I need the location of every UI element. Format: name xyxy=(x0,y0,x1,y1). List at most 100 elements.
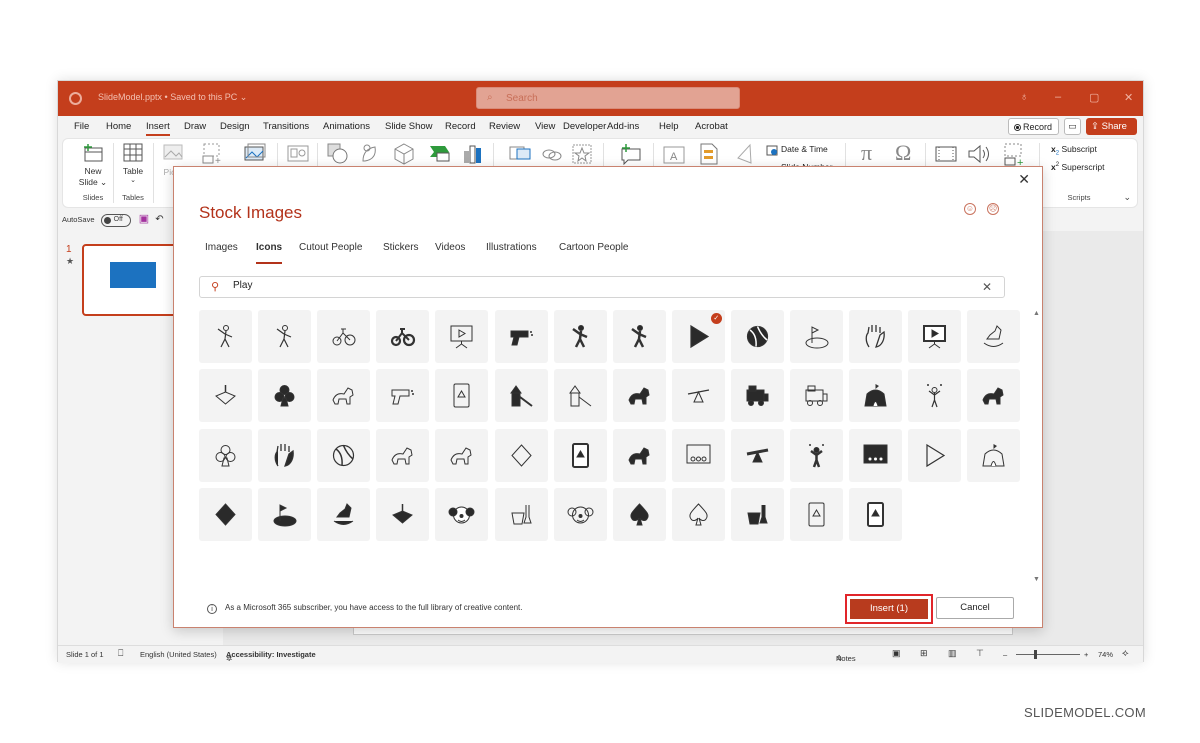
text-box-icon[interactable]: A xyxy=(663,145,685,165)
icon-tile-club-filled[interactable] xyxy=(258,369,312,423)
icon-tile-joker-card-filled[interactable] xyxy=(553,428,607,482)
3d-models-icon[interactable] xyxy=(393,143,415,165)
icon-tile-spinning-top-outline[interactable] xyxy=(199,369,252,423)
shapes-icon[interactable] xyxy=(327,143,349,165)
icon-tile-spade-outline[interactable] xyxy=(671,488,725,542)
language[interactable]: English (United States) xyxy=(140,650,217,659)
comments-button[interactable]: ▭ xyxy=(1064,118,1081,135)
icon-tile-toy-train-filled[interactable] xyxy=(730,369,784,423)
collapse-ribbon-icon[interactable]: ⌄ xyxy=(1123,192,1131,203)
icon-tile-dog-filled[interactable] xyxy=(612,369,666,423)
smile-feedback-icon[interactable]: ☺ xyxy=(964,203,976,215)
icon-tile-baseball-batter-filled[interactable] xyxy=(612,310,666,363)
reading-view-icon[interactable]: ▥ xyxy=(948,648,957,659)
icon-tile-theater-outline[interactable] xyxy=(671,428,725,482)
chart-icon[interactable] xyxy=(461,143,483,165)
date-time-button[interactable]: Date & Time xyxy=(781,144,828,154)
icon-tile-rocking-horse-filled[interactable] xyxy=(317,488,371,542)
menu-tab-slide-show[interactable]: Slide Show xyxy=(385,121,433,132)
icon-tile-circus-tent-outline[interactable] xyxy=(967,428,1021,482)
wordart-icon[interactable] xyxy=(735,143,755,165)
search-box[interactable]: ⌕ Search xyxy=(476,87,740,109)
frown-feedback-icon[interactable]: ☹ xyxy=(987,203,999,215)
icon-tile-dog-outline[interactable] xyxy=(435,428,489,482)
zoom-slider[interactable] xyxy=(1016,654,1080,655)
scroll-up-icon[interactable]: ▲ xyxy=(1033,310,1040,317)
menu-tab-draw[interactable]: Draw xyxy=(184,121,206,132)
icon-tile-play-filled[interactable]: ✓ xyxy=(671,310,725,363)
share-button[interactable]: ⇪ Share ⌄ xyxy=(1086,118,1137,143)
header-footer-icon[interactable] xyxy=(699,143,719,165)
slideshow-icon[interactable]: ⊤ xyxy=(976,648,984,659)
zoom-level[interactable]: 74% xyxy=(1098,650,1113,659)
icon-tile-circus-tent-filled[interactable] xyxy=(849,369,903,423)
menu-tab-acrobat[interactable]: Acrobat xyxy=(695,121,728,132)
icon-tile-sand-bucket-outline[interactable] xyxy=(494,488,548,542)
screen-recording-icon[interactable]: + xyxy=(1003,143,1027,167)
icon-tile-tricycle-outline[interactable] xyxy=(317,310,371,363)
minimize-button[interactable]: – xyxy=(1055,91,1061,103)
grid-scrollbar[interactable]: ▲ ▼ xyxy=(1032,310,1042,585)
icon-tile-spade-filled[interactable] xyxy=(612,488,666,542)
video-icon[interactable] xyxy=(935,145,957,163)
slide-thumbnail[interactable] xyxy=(82,244,182,316)
smartart-icon[interactable] xyxy=(429,143,451,165)
slide-sorter-icon[interactable]: ⊞ xyxy=(920,648,928,659)
lightbulb-icon[interactable]: ♁ xyxy=(1020,91,1028,103)
symbol-icon[interactable]: Ω xyxy=(895,140,911,166)
link-icon[interactable] xyxy=(541,145,563,163)
icon-tile-water-gun-outline[interactable] xyxy=(376,369,430,423)
icon-search-field[interactable]: ⚲ ✕ xyxy=(199,276,1005,298)
fit-slide-icon[interactable]: ⟡ xyxy=(1122,648,1129,659)
icon-tile-playground-filled[interactable] xyxy=(494,369,548,423)
icon-tile-tricycle-filled[interactable] xyxy=(376,310,430,363)
menu-tab-add-ins[interactable]: Add-ins xyxy=(607,121,639,132)
icon-tile-club-card-outline[interactable] xyxy=(790,488,843,542)
icon-tile-clown-filled[interactable] xyxy=(435,488,489,542)
icon-tile-diamond-outline[interactable] xyxy=(494,428,548,482)
icon-tile-club-outline[interactable] xyxy=(199,428,252,482)
icon-tile-hand-paint-outline[interactable] xyxy=(849,310,903,363)
icon-tile-golf-outline[interactable] xyxy=(790,310,843,363)
icon-tile-play-outline[interactable] xyxy=(908,428,962,482)
menu-tab-view[interactable]: View xyxy=(535,121,555,132)
menu-tab-record[interactable]: Record xyxy=(445,121,476,132)
icon-tile-presentation-play-filled[interactable] xyxy=(908,310,962,363)
icon-tile-hand-paint-filled[interactable] xyxy=(258,428,312,482)
close-window-button[interactable]: ✕ xyxy=(1124,91,1133,104)
photo-album-icon[interactable] xyxy=(243,143,267,163)
undo-icon[interactable]: ↶ xyxy=(155,214,163,225)
icon-tile-seesaw-filled[interactable] xyxy=(730,428,784,482)
icon-tile-beach-ball-filled[interactable] xyxy=(730,310,784,363)
equation-icon[interactable]: π xyxy=(861,140,872,166)
zoom-out-button[interactable]: – xyxy=(1003,650,1007,659)
menu-tab-developer[interactable]: Developer xyxy=(563,121,606,132)
menu-tab-help[interactable]: Help xyxy=(659,121,679,132)
document-title[interactable]: SlideModel.pptx • Saved to this PC ⌄ xyxy=(98,92,247,103)
icon-tile-juggler-filled[interactable] xyxy=(790,428,843,482)
icon-tile-juggler-outline[interactable] xyxy=(908,369,962,423)
menu-tab-insert[interactable]: Insert xyxy=(146,121,170,136)
icons-icon[interactable] xyxy=(359,143,381,165)
tab-videos[interactable]: Videos xyxy=(435,242,465,253)
icon-tile-playground-outline[interactable] xyxy=(553,369,607,423)
icon-tile-presentation-play-outline[interactable] xyxy=(435,310,489,363)
subscript-button[interactable]: x2 Subscript xyxy=(1051,144,1097,157)
comment-icon[interactable] xyxy=(619,143,643,165)
zoom-slider-thumb[interactable] xyxy=(1034,650,1037,659)
tab-icons[interactable]: Icons xyxy=(256,242,283,264)
autosave-toggle[interactable]: Off xyxy=(100,213,131,227)
icon-tile-diamond-filled[interactable] xyxy=(199,488,252,542)
screenshot-icon[interactable]: + xyxy=(201,143,225,165)
icon-tile-golf-filled[interactable] xyxy=(258,488,312,542)
icon-tile-beach-ball-outline[interactable] xyxy=(317,428,371,482)
zoom-in-button[interactable]: + xyxy=(1084,650,1088,659)
icon-search-input[interactable] xyxy=(233,280,933,291)
normal-view-icon[interactable]: ▣ xyxy=(892,648,901,659)
icon-tile-water-gun-filled[interactable] xyxy=(494,310,548,363)
new-slide-button[interactable]: New Slide ⌄ xyxy=(75,143,111,188)
menu-tab-file[interactable]: File xyxy=(74,121,89,132)
action-icon[interactable] xyxy=(571,143,593,165)
table-button[interactable]: Table ⌄ xyxy=(119,143,147,184)
icon-tile-cricket-player-filled[interactable] xyxy=(553,310,607,363)
